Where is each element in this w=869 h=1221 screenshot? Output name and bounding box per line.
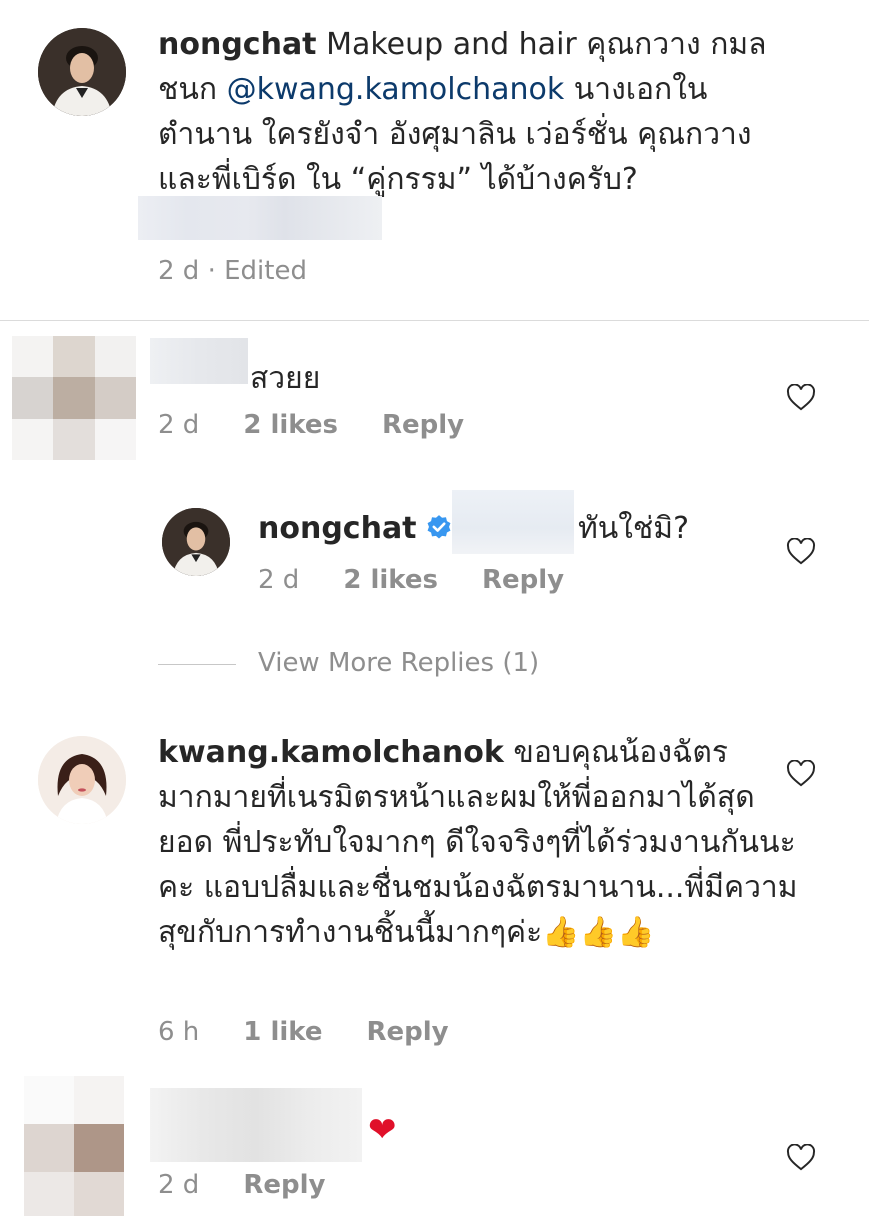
blurred-username (150, 338, 248, 384)
heart-icon[interactable] (786, 538, 816, 565)
comment-3-avatar[interactable] (24, 1076, 124, 1216)
caption-username[interactable]: nongchat (158, 27, 317, 62)
heart-icon[interactable] (786, 1144, 816, 1171)
blurred-mention (452, 490, 574, 554)
comment-2-avatar[interactable] (38, 736, 126, 824)
comment-3-meta: 2 d Reply (158, 1170, 326, 1200)
man-portrait-icon (162, 508, 230, 576)
comment-2-meta: 6 h1 like Reply (158, 1017, 449, 1047)
blurred-avatar-icon (12, 336, 136, 460)
heart-emoji: ❤ (368, 1110, 397, 1150)
mention-link[interactable]: @kwang.kamolchanok (227, 72, 565, 107)
caption-avatar[interactable] (38, 28, 126, 116)
woman-portrait-icon (38, 736, 126, 824)
man-portrait-icon (38, 28, 126, 116)
reply-button[interactable]: Reply (243, 1170, 325, 1200)
verified-badge-icon (427, 515, 450, 539)
reply-button[interactable]: Reply (367, 1017, 449, 1047)
reply-1-avatar[interactable] (162, 508, 230, 576)
comment-2-username[interactable]: kwang.kamolchanok (158, 735, 504, 770)
divider (0, 320, 869, 321)
comment-2-text: kwang.kamolchanok ขอบคุณน้องฉัตรมากมายที… (158, 735, 798, 950)
caption-meta: 2 d · Edited (158, 256, 307, 286)
likes-link[interactable]: 2 likes (243, 410, 338, 440)
reply-1-text: ทันใช่มิ? (578, 511, 689, 546)
reply-button[interactable]: Reply (382, 410, 464, 440)
caption-text: nongchat Makeup and hair คุณกวาง กมลชนก … (158, 27, 767, 197)
reply-1-username[interactable]: nongchat (258, 511, 417, 546)
view-more-line (158, 664, 236, 665)
comment-1-meta: 2 d2 likes Reply (158, 410, 465, 440)
reply-button[interactable]: Reply (482, 565, 564, 595)
view-more-replies-button[interactable]: View More Replies (1) (258, 648, 539, 678)
comment-1-text: สวยย (250, 361, 321, 396)
blurred-avatar-icon (24, 1076, 124, 1216)
thumbs-up-emoji: 👍👍👍 (542, 915, 655, 950)
blurred-text (138, 196, 382, 240)
likes-link[interactable]: 2 likes (343, 565, 438, 595)
likes-link[interactable]: 1 like (243, 1017, 322, 1047)
comment-1-avatar[interactable] (12, 336, 136, 460)
blurred-username (150, 1088, 362, 1162)
reply-1-header: nongchat (258, 506, 459, 551)
heart-icon[interactable] (786, 760, 816, 787)
heart-icon[interactable] (786, 384, 816, 411)
reply-1-meta: 2 d2 likes Reply (258, 565, 565, 595)
